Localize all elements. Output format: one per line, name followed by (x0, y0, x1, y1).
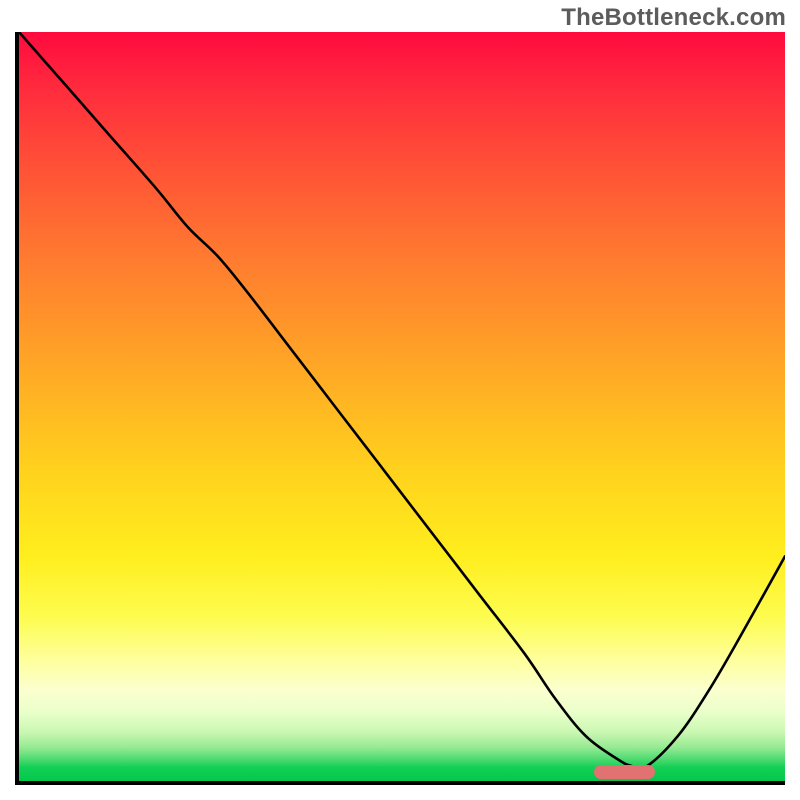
watermark-text: TheBottleneck.com (561, 4, 786, 32)
curve-layer (19, 32, 785, 781)
optimal-marker (594, 765, 655, 779)
chart-container: TheBottleneck.com (0, 0, 800, 800)
plot-area (15, 32, 785, 785)
bottleneck-curve-path (19, 32, 785, 769)
